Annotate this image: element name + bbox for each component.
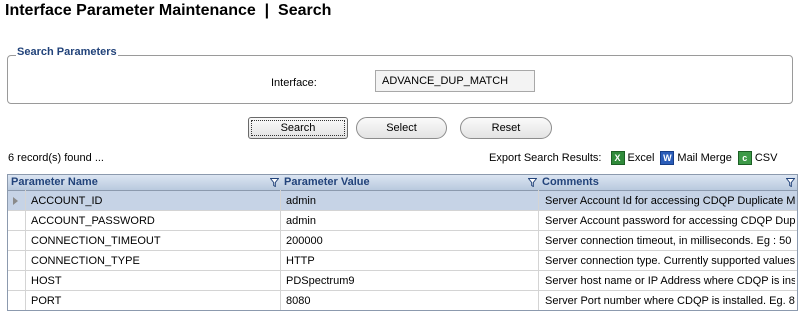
column-header-parameter-name[interactable]: Parameter Name: [11, 175, 98, 190]
results-grid: Parameter Name Parameter Value Comments …: [7, 174, 798, 311]
cell-comments: Server connection timeout, in millisecon…: [545, 235, 792, 247]
filter-icon[interactable]: [528, 178, 537, 187]
cell-parameter-value: admin: [286, 215, 316, 227]
row-indicator-icon: [13, 197, 18, 205]
table-row[interactable]: ACCOUNT_ID admin Server Account Id for a…: [8, 191, 797, 211]
grid-header: Parameter Name Parameter Value Comments: [8, 175, 797, 191]
cell-parameter-name: ACCOUNT_ID: [31, 195, 103, 207]
cell-parameter-name: PORT: [31, 295, 62, 307]
cell-comments: Server Account password for accessing CD…: [545, 215, 795, 227]
column-divider: [280, 190, 281, 310]
cell-comments: Server connection type. Currently suppor…: [545, 255, 795, 267]
export-mail-merge-label: Mail Merge: [677, 152, 732, 164]
search-parameters-legend: Search Parameters: [16, 46, 118, 58]
column-header-comments[interactable]: Comments: [542, 175, 599, 190]
cell-parameter-value: HTTP: [286, 255, 315, 267]
cell-parameter-value: 200000: [286, 235, 323, 247]
cell-parameter-name: HOST: [31, 275, 62, 287]
export-excel-link[interactable]: X Excel: [610, 151, 655, 165]
table-row[interactable]: ACCOUNT_PASSWORD admin Server Account pa…: [8, 211, 797, 231]
csv-icon: c: [737, 151, 752, 165]
interface-field[interactable]: [375, 70, 535, 92]
table-row[interactable]: CONNECTION_TIMEOUT 200000 Server connect…: [8, 231, 797, 251]
cell-comments: Server host name or IP Address where CDQ…: [545, 275, 795, 287]
export-csv-link[interactable]: c CSV: [737, 151, 778, 165]
record-count: 6 record(s) found ...: [8, 152, 104, 164]
cell-comments: Server Port number where CDQP is install…: [545, 295, 795, 307]
interface-label: Interface:: [271, 77, 317, 89]
page-title: Interface Parameter Maintenance | Search: [5, 2, 332, 19]
cell-parameter-name: ACCOUNT_PASSWORD: [31, 215, 155, 227]
cell-parameter-name: CONNECTION_TYPE: [31, 255, 140, 267]
table-row[interactable]: PORT 8080 Server Port number where CDQP …: [8, 291, 797, 310]
cell-parameter-name: CONNECTION_TIMEOUT: [31, 235, 161, 247]
table-row[interactable]: CONNECTION_TYPE HTTP Server connection t…: [8, 251, 797, 271]
export-toolbar: Export Search Results: X Excel W Mail Me…: [489, 151, 783, 165]
excel-icon: X: [610, 151, 625, 165]
word-icon: W: [660, 151, 675, 165]
column-header-parameter-value[interactable]: Parameter Value: [284, 175, 370, 190]
reset-button[interactable]: Reset: [460, 117, 552, 139]
filter-icon[interactable]: [786, 178, 795, 187]
column-divider: [25, 190, 26, 310]
export-mail-merge-link[interactable]: W Mail Merge: [660, 151, 732, 165]
cell-parameter-value: admin: [286, 195, 316, 207]
cell-comments: Server Account Id for accessing CDQP Dup…: [545, 195, 795, 207]
table-row[interactable]: HOST PDSpectrum9 Server host name or IP …: [8, 271, 797, 291]
search-button[interactable]: Search: [248, 117, 348, 139]
select-button[interactable]: Select: [356, 117, 447, 139]
export-excel-label: Excel: [627, 152, 655, 164]
export-csv-label: CSV: [754, 152, 778, 164]
filter-icon[interactable]: [270, 178, 279, 187]
search-button-label: Search: [251, 120, 345, 136]
cell-parameter-value: 8080: [286, 295, 311, 307]
export-label: Export Search Results:: [489, 152, 602, 164]
column-divider: [538, 190, 539, 310]
cell-parameter-value: PDSpectrum9: [286, 275, 355, 287]
